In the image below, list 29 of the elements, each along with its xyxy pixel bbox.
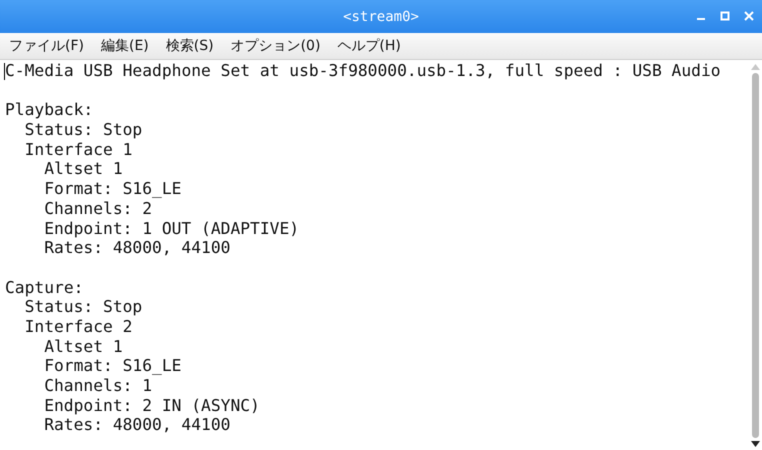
text-line: Rates: 48000, 44100 xyxy=(44,415,230,434)
text-cursor xyxy=(4,63,5,80)
text-line: Channels: 1 xyxy=(44,376,152,395)
text-line: Endpoint: 2 IN (ASYNC) xyxy=(44,396,260,415)
menu-item[interactable]: 検索(S) xyxy=(166,37,214,55)
scroll-down-icon[interactable] xyxy=(750,441,760,447)
menu-item[interactable]: ヘルプ(H) xyxy=(337,37,401,55)
menu-item[interactable]: 編集(E) xyxy=(100,37,149,55)
text-line: Rates: 48000, 44100 xyxy=(44,238,230,258)
menu-item[interactable]: ファイル(F) xyxy=(9,37,84,55)
scroll-up-icon[interactable] xyxy=(750,64,760,70)
text-line: Playback: xyxy=(5,100,94,120)
menu-item[interactable]: オプション(0) xyxy=(230,37,320,55)
text-line: Status: Stop xyxy=(24,120,142,140)
text-line: Capture: xyxy=(5,278,84,297)
text-line: Format: S16_LE xyxy=(44,179,182,198)
close-icon[interactable] xyxy=(744,11,754,21)
text-line: Endpoint: 1 OUT (ADAPTIVE) xyxy=(44,218,300,238)
text-line: Format: S16_LE xyxy=(44,356,182,376)
text-line: Altset 1 xyxy=(44,159,123,178)
text-line: Status: Stop xyxy=(24,297,142,316)
text-line: C-Media USB Headphone Set at usb-3f980000.usb-1.3, full speed : USB Audio xyxy=(5,61,721,80)
scrollbar-thumb[interactable] xyxy=(752,73,758,438)
text-line: Interface 1 xyxy=(24,140,132,159)
text-line: Channels: 2 xyxy=(44,198,152,218)
window-title: <stream0> xyxy=(343,8,419,24)
maximize-icon[interactable] xyxy=(720,11,730,21)
text-line: Interface 2 xyxy=(24,316,132,336)
text-line: Altset 1 xyxy=(44,336,123,356)
